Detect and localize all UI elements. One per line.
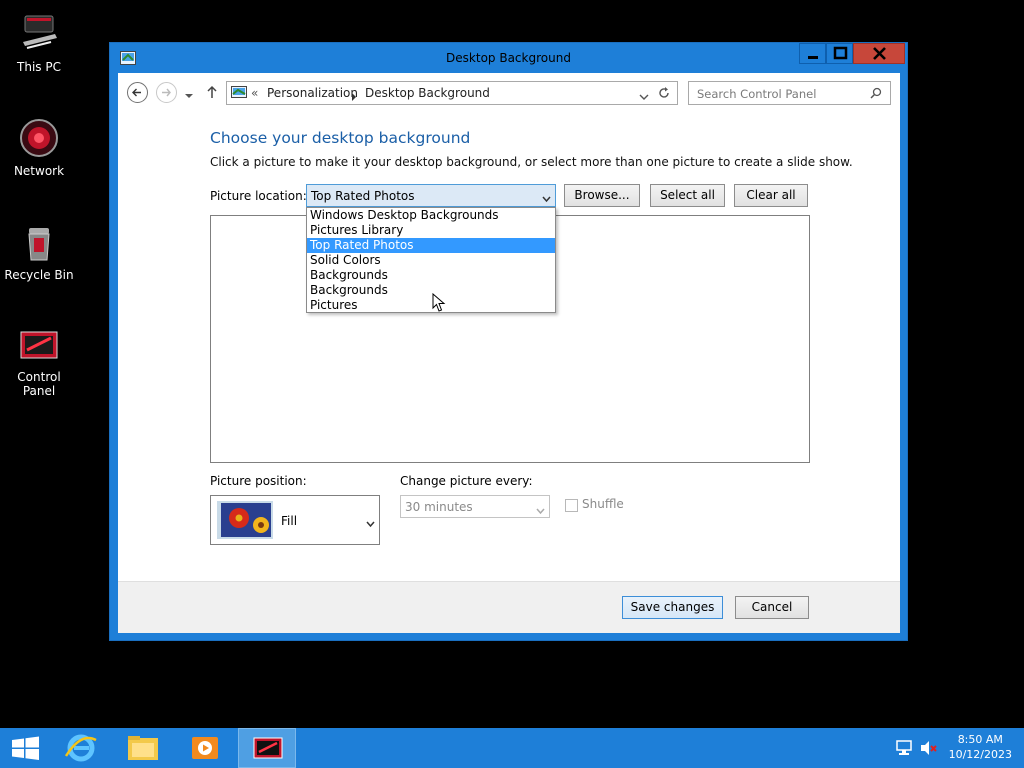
taskbar-control-panel[interactable] bbox=[238, 728, 296, 768]
title-bar[interactable]: Desktop Background bbox=[110, 43, 907, 73]
change-picture-every-label: Change picture every: bbox=[400, 474, 533, 488]
start-button[interactable] bbox=[0, 728, 52, 768]
desktop-icon-this-pc[interactable]: This PC bbox=[0, 12, 78, 74]
location-option[interactable]: Pictures Library bbox=[307, 223, 555, 238]
desktop-icon-network[interactable]: Network bbox=[0, 116, 78, 178]
mouse-cursor-icon bbox=[432, 292, 446, 316]
breadcrumb-personalization[interactable]: Personalization bbox=[267, 86, 358, 100]
clock-time: 8:50 AM bbox=[957, 733, 1003, 746]
desktop-icon-control-panel[interactable]: Control Panel bbox=[0, 322, 78, 398]
picture-location-label: Picture location: bbox=[210, 189, 307, 203]
page-heading: Choose your desktop background bbox=[210, 129, 471, 147]
location-option-selected[interactable]: Top Rated Photos bbox=[307, 238, 555, 253]
close-icon bbox=[873, 47, 886, 60]
picture-location-value: Top Rated Photos bbox=[311, 189, 415, 203]
picture-location-dropdown-list[interactable]: Windows Desktop Backgrounds Pictures Lib… bbox=[306, 207, 556, 313]
up-arrow-icon[interactable] bbox=[206, 85, 218, 102]
windows-logo-icon bbox=[12, 736, 39, 760]
search-icon[interactable] bbox=[870, 87, 882, 102]
cancel-button[interactable]: Cancel bbox=[735, 596, 809, 619]
control-panel-breadcrumb-icon bbox=[231, 85, 247, 104]
maximize-button[interactable] bbox=[826, 43, 853, 64]
chevron-down-icon bbox=[536, 504, 545, 518]
location-option[interactable]: Pictures bbox=[307, 298, 555, 313]
taskbar-media-player[interactable] bbox=[176, 728, 234, 768]
taskbar-internet-explorer[interactable] bbox=[52, 728, 110, 768]
location-option[interactable]: Solid Colors bbox=[307, 253, 555, 268]
minimize-button[interactable] bbox=[799, 43, 826, 64]
forward-button[interactable] bbox=[156, 82, 177, 103]
page-instructions: Click a picture to make it your desktop … bbox=[210, 155, 853, 169]
taskbar: 8:50 AM 10/12/2023 bbox=[0, 728, 1024, 768]
refresh-icon[interactable] bbox=[657, 86, 671, 103]
location-option[interactable]: Backgrounds bbox=[307, 283, 555, 298]
picture-position-select[interactable]: Fill bbox=[210, 495, 380, 545]
desktop-icon-label: This PC bbox=[17, 60, 61, 74]
control-panel-icon bbox=[17, 322, 61, 366]
system-clock[interactable]: 8:50 AM 10/12/2023 bbox=[949, 732, 1012, 762]
window-client-area: « Personalization Desktop Background Sea… bbox=[118, 73, 900, 633]
address-bar[interactable]: « Personalization Desktop Background bbox=[226, 81, 678, 105]
media-player-icon bbox=[192, 737, 218, 759]
control-panel-taskbar-icon bbox=[253, 737, 283, 759]
desktop-icon-recycle-bin[interactable]: Recycle Bin bbox=[0, 220, 78, 282]
change-picture-interval-value: 30 minutes bbox=[405, 500, 473, 514]
location-option[interactable]: Windows Desktop Backgrounds bbox=[307, 208, 555, 223]
address-dropdown-icon[interactable] bbox=[639, 90, 649, 104]
back-button[interactable] bbox=[127, 82, 148, 103]
this-pc-icon bbox=[17, 12, 61, 56]
desktop-icon-label: Control Panel bbox=[17, 370, 61, 398]
window-title: Desktop Background bbox=[446, 51, 571, 65]
wallpaper-preview-thumbnail bbox=[217, 501, 273, 539]
breadcrumb-separator-icon bbox=[351, 90, 357, 104]
clear-all-button[interactable]: Clear all bbox=[734, 184, 808, 207]
picture-position-value: Fill bbox=[281, 514, 298, 528]
chevron-down-icon bbox=[366, 517, 375, 531]
dialog-footer: Save changes Cancel bbox=[118, 581, 900, 633]
volume-muted-icon[interactable] bbox=[920, 740, 938, 759]
picture-location-select[interactable]: Top Rated Photos bbox=[306, 184, 556, 207]
location-option[interactable]: Backgrounds bbox=[307, 268, 555, 283]
network-tray-icon[interactable] bbox=[896, 740, 914, 759]
taskbar-file-explorer[interactable] bbox=[114, 728, 172, 768]
breadcrumb-desktop-background[interactable]: Desktop Background bbox=[365, 86, 490, 100]
change-picture-interval-select: 30 minutes bbox=[400, 495, 550, 518]
browse-button[interactable]: Browse... bbox=[564, 184, 640, 207]
shuffle-label: Shuffle bbox=[582, 497, 624, 511]
internet-explorer-icon bbox=[64, 734, 97, 762]
chevron-down-icon bbox=[542, 192, 551, 206]
picture-position-label: Picture position: bbox=[210, 474, 307, 488]
breadcrumb-overflow[interactable]: « bbox=[251, 86, 258, 100]
search-placeholder: Search Control Panel bbox=[697, 87, 817, 101]
recycle-bin-icon bbox=[17, 220, 61, 264]
select-all-button[interactable]: Select all bbox=[650, 184, 725, 207]
desktop-background-window: Desktop Background « Personalization Des… bbox=[109, 42, 908, 641]
network-icon bbox=[17, 116, 61, 160]
desktop-icon-label: Network bbox=[13, 164, 65, 178]
recent-pages-chevron-icon[interactable] bbox=[184, 89, 194, 103]
close-button[interactable] bbox=[853, 43, 905, 64]
file-explorer-icon bbox=[128, 736, 158, 760]
desktop-icon-label: Recycle Bin bbox=[4, 268, 74, 282]
save-changes-button[interactable]: Save changes bbox=[622, 596, 723, 619]
search-box[interactable]: Search Control Panel bbox=[688, 81, 891, 105]
clock-date: 10/12/2023 bbox=[948, 748, 1012, 761]
shuffle-checkbox bbox=[565, 499, 578, 512]
